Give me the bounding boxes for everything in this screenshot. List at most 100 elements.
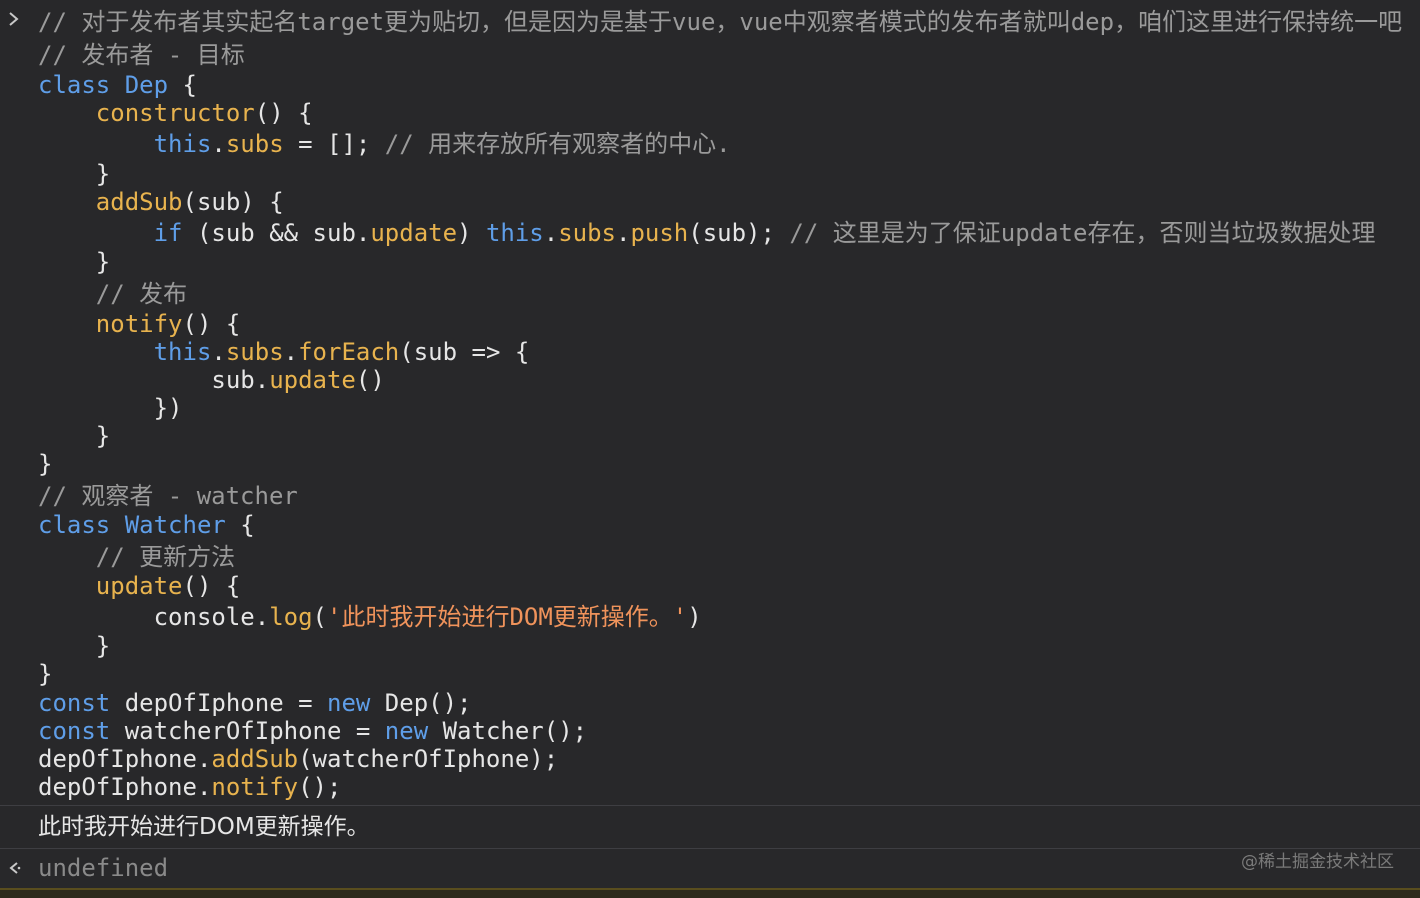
code-token-plain: } — [38, 450, 53, 478]
code-token-comment: // 这里是为了保证update存在，否则当垃圾数据处理 — [789, 219, 1376, 247]
code-token-plain: } — [38, 422, 111, 450]
code-line: this.subs.forEach(sub => { — [38, 338, 530, 366]
code-token-keyword: if — [153, 219, 183, 247]
code-token-this: this — [485, 219, 544, 247]
code-token-plain: . — [543, 219, 559, 247]
code-token-comment: // 更新方法 — [95, 543, 236, 571]
code-token-plain: Watcher(); — [428, 717, 588, 745]
code-token-plain: depOfIphone. — [38, 773, 212, 801]
code-token-plain: () — [355, 366, 385, 394]
code-token-method: update — [95, 572, 183, 600]
code-token-plain: (sub => { — [399, 338, 530, 366]
code-line: sub.update() — [38, 366, 385, 394]
code-token-plain: Dep(); — [370, 689, 472, 717]
code-token-plain: console. — [38, 603, 270, 631]
code-token-method: push — [630, 219, 689, 247]
code-line: } — [38, 422, 110, 450]
code-token-plain: depOfIphone = — [110, 689, 327, 717]
code-token-plain: = []; — [283, 130, 385, 158]
code-token-keyword: const — [38, 717, 111, 745]
code-line: // 发布者 - 目标 — [38, 41, 245, 69]
code-line: if (sub && sub.update) this.subs.push(su… — [38, 219, 1376, 247]
code-token-plain: { — [225, 511, 255, 539]
code-line: } — [38, 160, 110, 188]
code-token-plain: . — [283, 338, 299, 366]
code-line: const depOfIphone = new Dep(); — [38, 689, 472, 717]
code-line: // 更新方法 — [38, 543, 235, 571]
code-token-plain: ) — [457, 219, 486, 247]
console-input-bar[interactable] — [0, 888, 1420, 898]
code-token-this: this — [153, 130, 212, 158]
code-line: constructor() { — [38, 99, 313, 127]
code-token-plain: (sub) { — [182, 188, 284, 216]
code-token-plain: . — [211, 130, 226, 158]
code-token-prop: subs — [558, 219, 616, 247]
code-token-keyword: new — [384, 717, 429, 745]
code-line: this.subs = []; // 用来存放所有观察者的中心. — [38, 130, 731, 158]
code-token-class: Watcher — [124, 511, 226, 539]
code-line: // 观察者 - watcher — [38, 482, 298, 510]
code-token-plain: () { — [182, 572, 241, 600]
code-token-plain: } — [38, 632, 111, 660]
code-token-plain: . — [616, 219, 631, 247]
code-line: depOfIphone.notify(); — [38, 773, 341, 801]
code-token-prop: subs — [225, 338, 284, 366]
console-log-output: 此时我开始进行DOM更新操作。 — [38, 814, 370, 840]
code-token-method: addSub — [95, 188, 183, 216]
code-token-method: notify — [211, 773, 299, 801]
code-line: // 对于发布者其实起名target更为贴切，但是因为是基于vue，vue中观察… — [38, 8, 1402, 36]
code-token-plain: watcherOfIphone = — [110, 717, 385, 745]
devtools-console: // 对于发布者其实起名target更为贴切，但是因为是基于vue，vue中观察… — [0, 0, 1420, 898]
code-token-this: this — [153, 338, 212, 366]
code-token-plain: . — [211, 338, 226, 366]
code-line: depOfIphone.addSub(watcherOfIphone); — [38, 745, 558, 773]
code-token-method: addSub — [211, 745, 299, 773]
code-token-plain: ) — [687, 603, 702, 631]
code-token-plain: () { — [182, 310, 241, 338]
code-token-plain: (); — [298, 773, 342, 801]
return-arrow-icon — [9, 862, 21, 874]
code-token-class: Dep — [124, 71, 169, 99]
code-token-plain: depOfIphone. — [38, 745, 212, 773]
code-line: class Dep { — [38, 71, 197, 99]
console-input-entry[interactable]: // 对于发布者其实起名target更为贴切，但是因为是基于vue，vue中观察… — [0, 0, 1420, 805]
watermark: @稀土掘金技术社区 — [1241, 852, 1394, 872]
code-line: } — [38, 450, 52, 478]
code-token-keyword: class — [38, 511, 125, 539]
code-token-keyword: class — [38, 71, 125, 99]
code-token-plain: (watcherOfIphone); — [298, 745, 559, 773]
code-line: const watcherOfIphone = new Watcher(); — [38, 717, 587, 745]
code-token-plain: } — [38, 660, 53, 688]
code-token-plain: () { — [254, 99, 313, 127]
code-token-method: log — [269, 603, 313, 631]
code-line: update() { — [38, 572, 241, 600]
code-token-comment: // 发布者 - 目标 — [38, 41, 245, 69]
code-token-string: '此时我开始进行DOM更新操作。' — [327, 603, 688, 631]
code-token-plain: ( — [312, 603, 327, 631]
code-token-method: forEach — [298, 338, 400, 366]
code-token-method: constructor — [95, 99, 255, 127]
code-line: addSub(sub) { — [38, 188, 284, 216]
code-token-plain: }) — [38, 394, 183, 422]
code-token-comment: // 用来存放所有观察者的中心. — [384, 130, 731, 158]
code-line: // 发布 — [38, 280, 187, 308]
result-value: undefined — [38, 854, 169, 882]
code-token-plain: } — [38, 160, 111, 188]
console-result-row: undefined — [0, 849, 1420, 887]
code-line: } — [38, 660, 52, 688]
code-token-method: notify — [95, 310, 183, 338]
code-line: class Watcher { — [38, 511, 255, 539]
code-token-plain: (sub && sub. — [182, 219, 371, 247]
code-line: }) — [38, 394, 183, 422]
code-line: notify() { — [38, 310, 241, 338]
code-token-plain: (sub); — [688, 219, 790, 247]
